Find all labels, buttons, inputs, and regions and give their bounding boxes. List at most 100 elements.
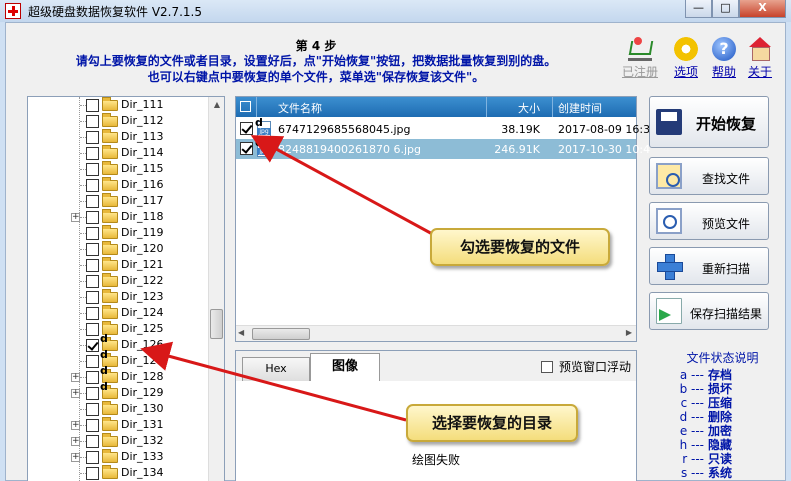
tree-item[interactable]: Dir_125 [28,321,208,337]
tree-checkbox[interactable] [86,99,99,112]
legend-name: 存档 [708,368,733,382]
column-size[interactable]: 大小 [518,100,540,116]
tree-checkbox[interactable] [86,435,99,448]
directory-tree[interactable]: ▲ Dir_111 Dir_112 Dir_113 Dir_114 Dir_115 Dir… [27,96,225,481]
help-button[interactable]: ? 帮助 [704,37,744,80]
expand-icon[interactable]: + [71,437,80,446]
file-row[interactable]: d 6747129685568045.jpg 38.19K 2017-08-09 16… [236,116,650,139]
deleted-mark: d [255,116,263,129]
column-created[interactable]: 创建时间 [558,100,602,116]
float-preview-option[interactable]: 预览窗口浮动 [541,358,631,375]
maximize-button[interactable]: □ [712,0,739,18]
folder-icon [102,257,118,271]
tree-checkbox[interactable] [86,387,99,400]
tree-checkbox[interactable] [86,211,99,224]
legend-item: d --- 删除 [666,410,781,424]
tab-image[interactable]: 图像 [310,353,380,381]
tree-item[interactable]: Dir_114 [28,145,208,161]
options-button[interactable]: 选项 [666,37,706,80]
tree-item-label: Dir_121 [121,258,164,271]
tree-item[interactable]: Dir_122 [28,273,208,289]
tree-checkbox[interactable] [86,243,99,256]
find-file-button[interactable]: 查找文件 [649,157,769,195]
tree-item[interactable]: Dir_119 [28,225,208,241]
close-button[interactable]: X [739,0,786,18]
tree-checkbox[interactable] [86,467,99,480]
tree-checkbox[interactable] [86,291,99,304]
tree-item-label: Dir_123 [121,290,164,303]
tree-item[interactable]: + Dir_118 [28,209,208,225]
tree-item[interactable]: + Dir_131 [28,417,208,433]
tree-item[interactable]: Dir_115 [28,161,208,177]
hscroll-thumb[interactable] [252,328,310,340]
tree-checkbox[interactable] [86,419,99,432]
expand-icon[interactable]: + [71,213,80,222]
registered-button[interactable]: 已注册 [620,37,660,80]
tree-checkbox[interactable] [86,115,99,128]
tree-item[interactable]: Dir_116 [28,177,208,193]
tree-checkbox[interactable] [86,339,99,352]
scroll-thumb[interactable] [210,309,223,339]
preview-file-label: 预览文件 [701,217,750,231]
tree-item[interactable]: Dir_117 [28,193,208,209]
expand-icon[interactable]: + [71,421,80,430]
tree-item[interactable]: Dir_121 [28,257,208,273]
legend-code: b --- [679,382,704,396]
tree-checkbox[interactable] [86,195,99,208]
tree-checkbox[interactable] [86,323,99,336]
deleted-mark: d [255,136,263,149]
tree-item[interactable]: + Dir_132 [28,433,208,449]
column-name[interactable]: 文件名称 [278,100,322,116]
tree-item[interactable]: Dir_113 [28,129,208,145]
tree-item[interactable]: Dir_112 [28,113,208,129]
floppy-icon [656,109,682,135]
header-icon [240,101,251,112]
tree-checkbox[interactable] [86,147,99,160]
start-recover-button[interactable]: 开始恢复 [649,96,769,148]
tree-checkbox[interactable] [86,227,99,240]
tree-item[interactable]: Dir_120 [28,241,208,257]
tree-checkbox[interactable] [86,371,99,384]
tree-checkbox[interactable] [86,307,99,320]
tree-checkbox[interactable] [86,179,99,192]
tree-item[interactable]: + d Dir_129 [28,380,208,401]
tree-item[interactable]: Dir_111 [28,97,208,113]
minimize-button[interactable]: — [685,0,712,18]
about-button[interactable]: 关于 [740,37,780,80]
tree-checkbox[interactable] [86,451,99,464]
tab-hex[interactable]: Hex [242,357,310,381]
tree-checkbox[interactable] [86,355,99,368]
file-row[interactable]: d 8248819400261870 6.jpg 246.91K 2017-10-30… [236,136,650,159]
expand-icon[interactable]: + [71,373,80,382]
tree-checkbox[interactable] [86,163,99,176]
scroll-right-icon[interactable]: ▶ [626,328,632,337]
scroll-up-icon[interactable]: ▲ [209,97,224,113]
tree-item[interactable]: d Dir_127 [28,348,208,369]
tree-item-label: Dir_125 [121,322,164,335]
expand-icon[interactable]: + [71,453,80,462]
save-scan-button[interactable]: 保存扫描结果 [649,292,769,330]
tree-item[interactable]: Dir_124 [28,305,208,321]
tree-item[interactable]: Dir_130 [28,401,208,417]
tree-checkbox[interactable] [86,403,99,416]
preview-file-button[interactable]: 预览文件 [649,202,769,240]
tree-checkbox[interactable] [86,275,99,288]
tree-checkbox[interactable] [86,131,99,144]
rescan-button[interactable]: 重新扫描 [649,247,769,285]
file-checkbox[interactable] [240,122,253,135]
scroll-left-icon[interactable]: ◀ [238,328,244,337]
tree-checkbox[interactable] [86,259,99,272]
tree-item[interactable]: d Dir_126 [28,332,208,353]
window-title: 超级硬盘数据恢复软件 V2.7.1.5 [28,4,203,19]
tree-item[interactable]: Dir_123 [28,289,208,305]
legend-item: e --- 加密 [666,424,781,438]
instructions: 请勾上要恢复的文件或者目录，设置好后，点"开始恢复"按钮，把数据批量恢复到别的盘… [6,53,626,85]
expand-icon[interactable]: + [71,389,80,398]
tree-item[interactable]: + d Dir_128 [28,364,208,385]
tree-scrollbar[interactable]: ▲ [208,97,224,481]
tree-item[interactable]: + Dir_133 [28,449,208,465]
float-preview-checkbox[interactable] [541,360,553,373]
file-checkbox[interactable] [240,142,253,155]
file-list-hscrollbar[interactable]: ◀ ▶ [236,325,636,341]
tree-item[interactable]: Dir_134 [28,465,208,481]
